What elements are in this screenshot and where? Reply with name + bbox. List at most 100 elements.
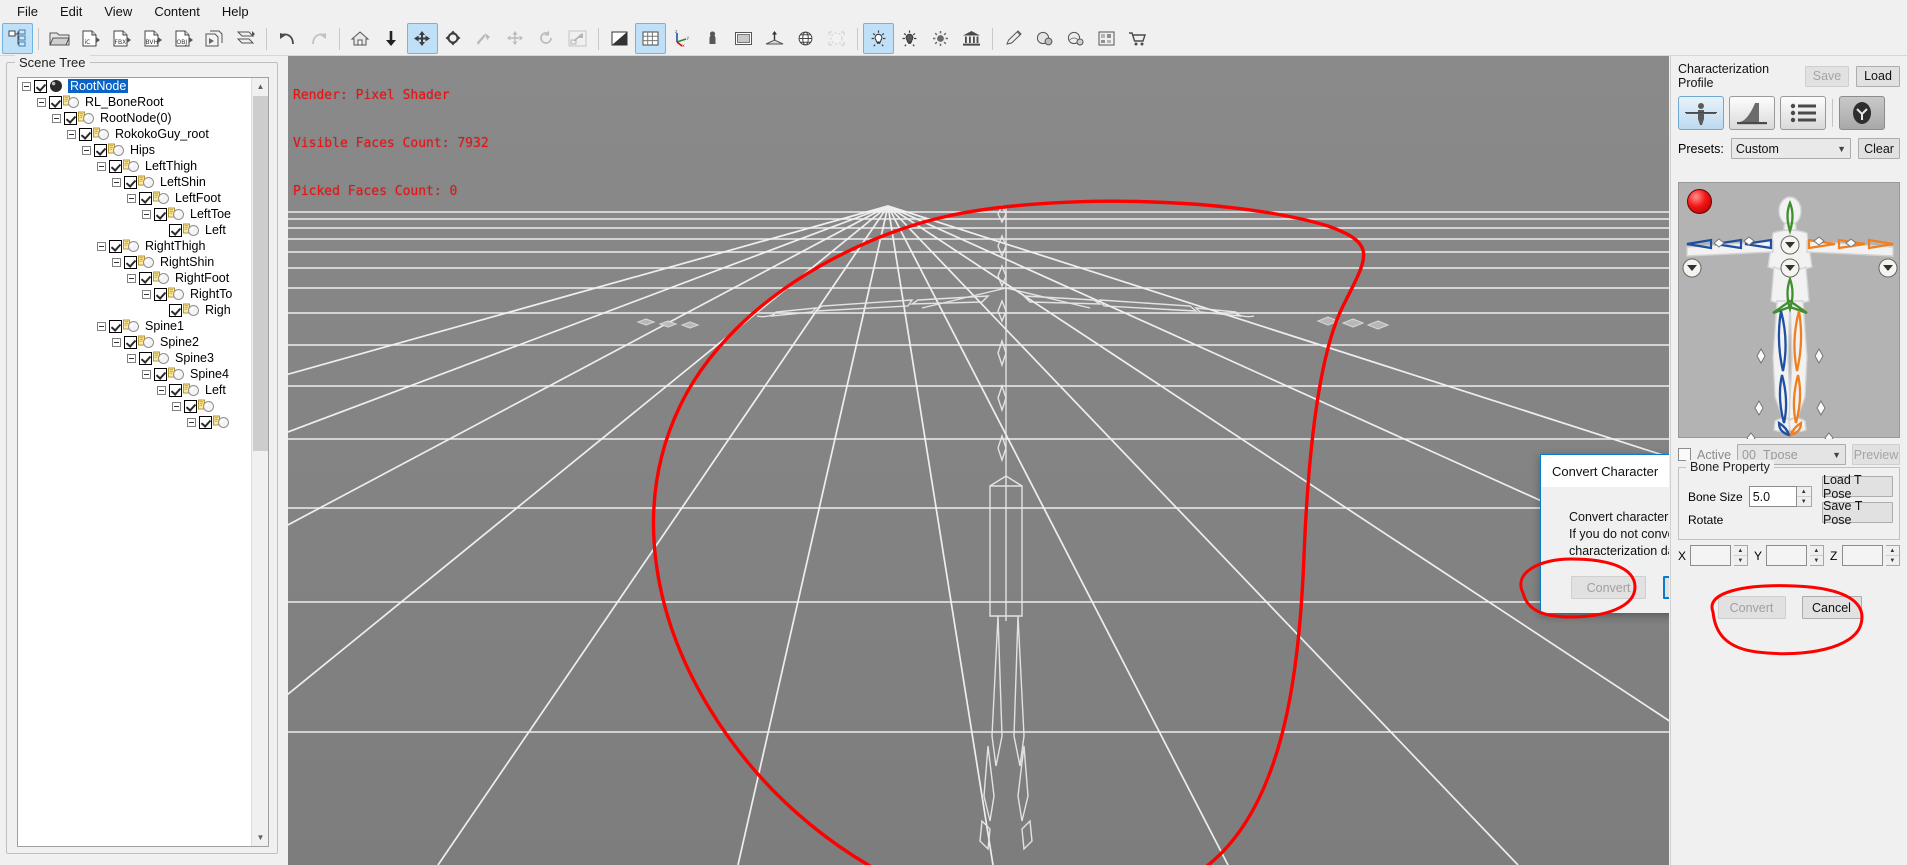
tree-expander-icon[interactable] (52, 113, 61, 123)
tree-node[interactable]: RightShin (18, 254, 251, 270)
tree-node-checkbox[interactable] (124, 255, 137, 269)
tree-node-checkbox[interactable] (199, 415, 212, 429)
tree-expander-icon[interactable] (112, 257, 121, 267)
scene-tree-scrollbar[interactable]: ▲ ▼ (251, 78, 268, 846)
tree-expander-icon[interactable] (127, 353, 136, 363)
tree-node[interactable]: LeftShin (18, 174, 251, 190)
tree-node-checkbox[interactable] (49, 95, 62, 109)
tree-node-checkbox[interactable] (109, 239, 122, 253)
rotate-y-input[interactable] (1766, 545, 1807, 566)
scroll-up-icon[interactable]: ▲ (252, 78, 268, 95)
museum-preset-icon[interactable] (956, 23, 987, 54)
tree-node[interactable]: LeftToe (18, 206, 251, 222)
tree-node-checkbox[interactable] (139, 351, 152, 365)
stepper-down-icon[interactable]: ▼ (1797, 497, 1811, 506)
dialog-convert-button[interactable]: Convert (1571, 576, 1646, 599)
character-rig-figure[interactable] (1679, 183, 1901, 444)
tree-expander-icon[interactable] (67, 129, 76, 139)
rotate-x-stepper[interactable]: ▲ ▼ (1733, 545, 1748, 566)
tree-expander-icon[interactable] (187, 417, 196, 427)
tree-expander-icon[interactable] (97, 161, 106, 171)
tree-node[interactable] (18, 398, 251, 414)
fit-view-icon[interactable] (376, 23, 407, 54)
shade-mode-icon[interactable] (604, 23, 635, 54)
tree-node[interactable] (18, 414, 251, 430)
rotate-z-input[interactable] (1842, 545, 1883, 566)
bone-size-input[interactable]: 5.0 (1748, 486, 1797, 507)
material-icon[interactable] (1029, 23, 1060, 54)
reload-transfer-icon[interactable] (230, 23, 261, 54)
profile-save-button[interactable]: Save (1805, 65, 1849, 87)
tree-node-checkbox[interactable] (124, 175, 137, 189)
rotate-x-input[interactable] (1690, 545, 1731, 566)
tree-node[interactable]: RootNode (18, 78, 251, 94)
tree-node-checkbox[interactable] (169, 303, 182, 317)
tree-expander-icon[interactable] (97, 321, 106, 331)
axis-gizmo-icon[interactable]: z y x (666, 23, 697, 54)
export-bvh-icon[interactable]: BVH (137, 23, 168, 54)
tree-node-checkbox[interactable] (154, 367, 167, 381)
globe-icon[interactable] (790, 23, 821, 54)
transform-arrow-icon[interactable] (562, 23, 593, 54)
tree-node[interactable]: Righ (18, 302, 251, 318)
tree-node-checkbox[interactable] (154, 287, 167, 301)
menu-help[interactable]: Help (211, 2, 260, 21)
menu-view[interactable]: View (93, 2, 143, 21)
tree-node-checkbox[interactable] (109, 319, 122, 333)
open-folder-icon[interactable] (44, 23, 75, 54)
store-cart-icon[interactable] (1122, 23, 1153, 54)
move-tool-icon[interactable] (407, 23, 438, 54)
tree-node[interactable]: RootNode(0) (18, 110, 251, 126)
tree-node-checkbox[interactable] (124, 335, 137, 349)
bone-size-stepper[interactable]: ▲ ▼ (1796, 486, 1812, 507)
tree-node[interactable]: Spine2 (18, 334, 251, 350)
tree-node[interactable]: RokokoGuy_root (18, 126, 251, 142)
tree-node-checkbox[interactable] (64, 111, 77, 125)
menu-edit[interactable]: Edit (49, 2, 93, 21)
tab-bone-list[interactable] (1780, 96, 1826, 130)
light-main-icon[interactable] (863, 23, 894, 54)
tree-expander-icon[interactable] (22, 81, 31, 91)
tree-expander-icon[interactable] (142, 289, 151, 299)
menu-file[interactable]: File (6, 2, 49, 21)
presets-clear-button[interactable]: Clear (1858, 138, 1900, 159)
tree-node[interactable]: Spine1 (18, 318, 251, 334)
texture-icon[interactable] (1060, 23, 1091, 54)
menu-content[interactable]: Content (143, 2, 211, 21)
tree-node-checkbox[interactable] (139, 191, 152, 205)
tree-expander-icon[interactable] (142, 209, 151, 219)
rotate-y-stepper[interactable]: ▲ ▼ (1809, 545, 1824, 566)
tree-node-checkbox[interactable] (169, 383, 182, 397)
tree-expander-icon[interactable] (82, 145, 91, 155)
export-obj-icon[interactable]: OBJ (168, 23, 199, 54)
tab-face-profile[interactable] (1839, 96, 1885, 130)
tree-node-checkbox[interactable] (139, 271, 152, 285)
dialog-dont-convert-button[interactable]: Don't Convert (1663, 576, 1669, 599)
tree-node-checkbox[interactable] (154, 207, 167, 221)
background-icon[interactable] (728, 23, 759, 54)
light-ambient-icon[interactable] (925, 23, 956, 54)
light-fill-icon[interactable] (894, 23, 925, 54)
tree-node-checkbox[interactable] (109, 159, 122, 173)
tree-expander-icon[interactable] (97, 241, 106, 251)
scene-tree-view[interactable]: RootNode RL_BoneRoot RootNode(0) RokokoGuy_… (17, 77, 269, 847)
pen-edit-icon[interactable] (998, 23, 1029, 54)
viewport-3d[interactable]: Render: Pixel Shader Visible Faces Count… (288, 56, 1669, 865)
grid-toggle-icon[interactable] (635, 23, 666, 54)
tree-expander-icon[interactable] (127, 273, 136, 283)
ground-plane-icon[interactable] (759, 23, 790, 54)
tree-node[interactable]: Left (18, 222, 251, 238)
load-tpose-button[interactable]: Load T Pose (1822, 473, 1893, 501)
tree-node-checkbox[interactable] (169, 223, 182, 237)
preview-button[interactable]: Preview (1852, 444, 1900, 465)
panel-convert-button[interactable]: Convert (1717, 596, 1786, 619)
hdr-sphere-icon[interactable] (821, 23, 852, 54)
tree-expander-icon[interactable] (127, 193, 136, 203)
undo-icon[interactable] (272, 23, 303, 54)
panel-cancel-button[interactable]: Cancel (1801, 596, 1862, 619)
stepper-up-icon[interactable]: ▲ (1796, 487, 1811, 497)
tree-node-checkbox[interactable] (184, 399, 197, 413)
home-view-icon[interactable] (345, 23, 376, 54)
tree-node[interactable]: RightFoot (18, 270, 251, 286)
save-tpose-button[interactable]: Save T Pose (1822, 499, 1893, 527)
